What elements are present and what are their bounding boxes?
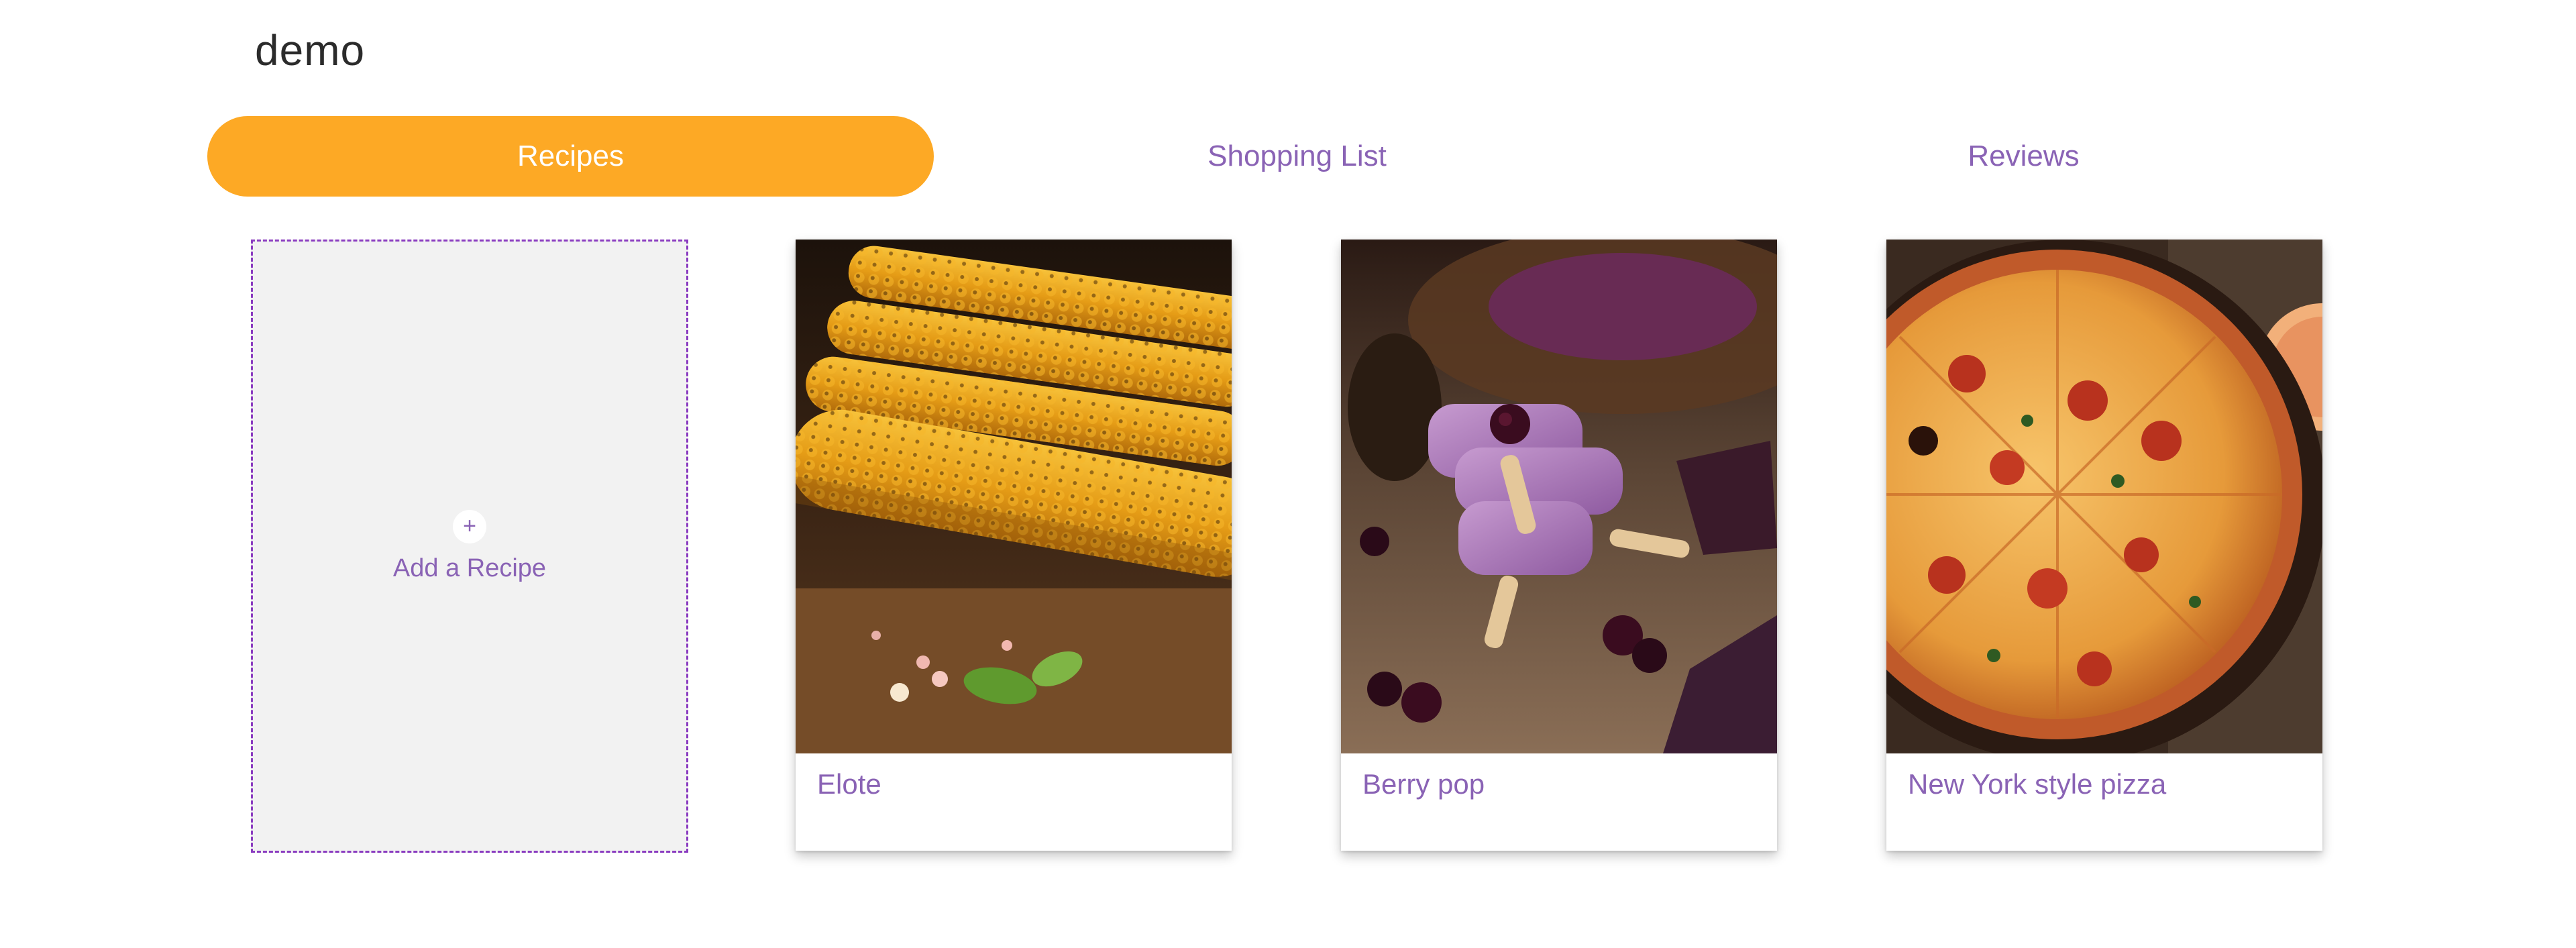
app-title: demo <box>255 26 366 74</box>
recipe-name: Elote <box>817 768 881 800</box>
add-recipe-label: Add a Recipe <box>392 554 547 582</box>
recipe-card-elote[interactable]: Elote <box>796 240 1232 851</box>
plus-icon: + <box>453 510 486 543</box>
berry-popsicle-photo <box>1341 240 1777 753</box>
recipe-name: New York style pizza <box>1908 768 2167 800</box>
recipe-card-berry-pop[interactable]: Berry pop <box>1341 240 1777 851</box>
add-recipe-card[interactable]: + Add a Recipe <box>251 240 688 853</box>
tab-recipes[interactable]: Recipes <box>207 116 934 197</box>
tab-reviews[interactable]: Reviews <box>1660 116 2387 197</box>
app-page: demo Recipes Shopping List Reviews + Add… <box>0 0 2576 948</box>
pizza-photo <box>1886 240 2322 753</box>
grilled-corn-photo <box>796 240 1232 753</box>
add-recipe-content: + Add a Recipe <box>253 510 686 583</box>
main-tabs: Recipes Shopping List Reviews <box>207 116 2383 197</box>
recipe-name: Berry pop <box>1362 768 1485 800</box>
recipe-card-new-york-style-pizza[interactable]: New York style pizza <box>1886 240 2322 851</box>
tab-shopping-list[interactable]: Shopping List <box>934 116 1660 197</box>
